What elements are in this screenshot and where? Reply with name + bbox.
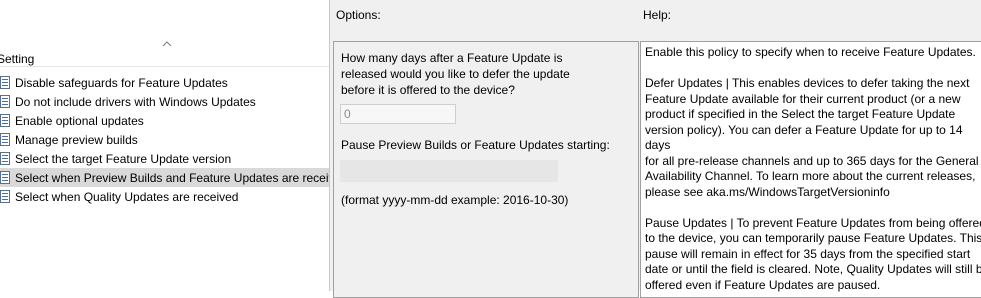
policy-setting-icon bbox=[0, 152, 10, 165]
setting-item-feature-updates-received[interactable]: Select when Preview Builds and Feature U… bbox=[0, 168, 329, 187]
policy-setting-icon bbox=[0, 133, 10, 146]
setting-column-header[interactable]: Setting bbox=[0, 52, 34, 66]
setting-item-optional-updates[interactable]: Enable optional updates bbox=[0, 111, 329, 130]
setting-item-label: Enable optional updates bbox=[15, 113, 144, 128]
setting-item-target-version[interactable]: Select the target Feature Update version bbox=[0, 149, 329, 168]
policy-settings-dialog: Options: Help: How many days after a Fea… bbox=[329, 0, 981, 298]
setting-item-preview-builds[interactable]: Manage preview builds bbox=[0, 130, 329, 149]
setting-item-quality-updates-received[interactable]: Select when Quality Updates are received bbox=[0, 187, 329, 206]
setting-item-label: Select the target Feature Update version bbox=[15, 151, 232, 166]
help-panel[interactable]: Enable this policy to specify when to re… bbox=[640, 41, 981, 298]
pause-date-label: Pause Preview Builds or Feature Updates … bbox=[341, 138, 610, 152]
setting-item-exclude-drivers[interactable]: Do not include drivers with Windows Upda… bbox=[0, 92, 329, 111]
options-panel: How many days after a Feature Update is … bbox=[333, 41, 639, 298]
settings-list-pane: Setting Disable safeguards for Feature U… bbox=[0, 0, 329, 291]
sort-ascending-icon bbox=[162, 41, 172, 47]
date-format-hint: (format yyyy-mm-dd example: 2016-10-30) bbox=[341, 193, 569, 207]
settings-list: Disable safeguards for Feature Updates D… bbox=[0, 73, 329, 206]
options-heading: Options: bbox=[336, 8, 381, 22]
setting-item-label: Select when Quality Updates are received bbox=[15, 189, 239, 204]
help-text: Enable this policy to specify when to re… bbox=[645, 45, 981, 297]
setting-item-label: Do not include drivers with Windows Upda… bbox=[15, 94, 256, 109]
policy-setting-icon bbox=[0, 95, 10, 108]
setting-item-label: Manage preview builds bbox=[15, 132, 138, 147]
help-paragraph-pause: Pause Updates | To prevent Feature Updat… bbox=[645, 215, 981, 292]
policy-setting-icon bbox=[0, 190, 10, 203]
setting-item-label: Disable safeguards for Feature Updates bbox=[15, 75, 228, 90]
help-heading: Help: bbox=[643, 8, 672, 22]
policy-setting-icon bbox=[0, 114, 10, 127]
policy-setting-icon bbox=[0, 76, 10, 89]
help-paragraph-defer: Defer Updates | This enables devices to … bbox=[645, 76, 979, 199]
column-header-row[interactable]: Setting bbox=[0, 41, 329, 67]
help-paragraph-intro: Enable this policy to specify when to re… bbox=[645, 45, 976, 59]
defer-days-label: How many days after a Feature Update is … bbox=[341, 51, 570, 97]
pause-date-field[interactable] bbox=[340, 160, 558, 182]
defer-days-spinbox[interactable] bbox=[340, 104, 456, 124]
setting-item-disable-safeguards[interactable]: Disable safeguards for Feature Updates bbox=[0, 73, 329, 92]
policy-setting-icon bbox=[0, 171, 10, 184]
setting-item-label: Select when Preview Builds and Feature U… bbox=[15, 170, 329, 185]
